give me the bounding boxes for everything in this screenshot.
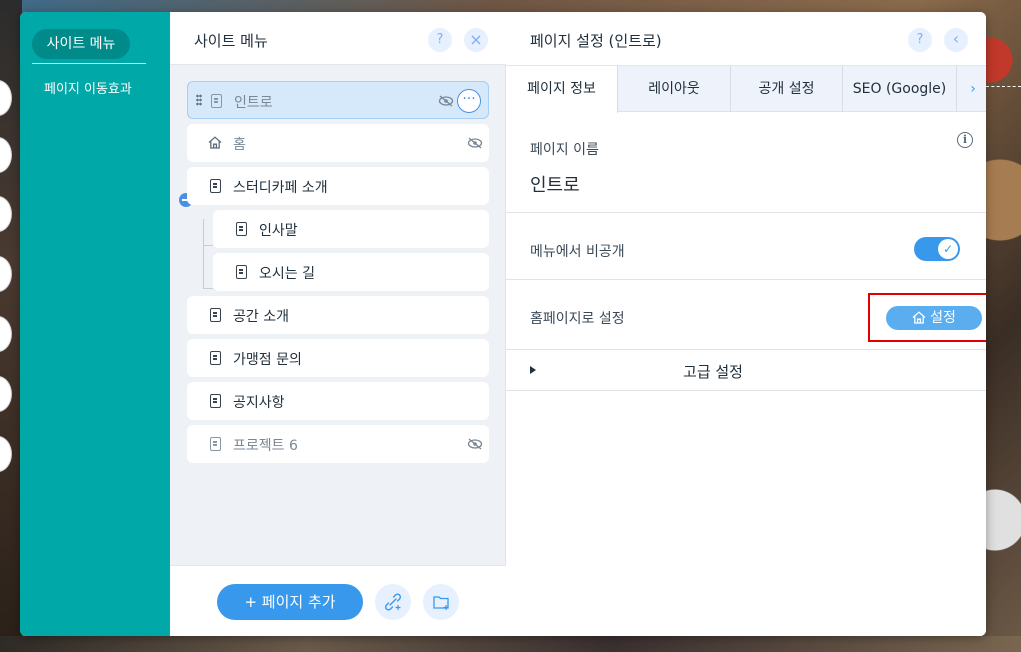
help-button[interactable]: ?: [908, 28, 932, 52]
site-menu-header: 사이트 메뉴 ? ×: [170, 12, 506, 65]
back-button[interactable]: ‹: [944, 28, 968, 52]
tab-next-button[interactable]: ›: [960, 66, 986, 112]
sidebar-divider: [32, 63, 146, 64]
page-settings-column: 페이지 설정 (인트로) ? ‹ 페이지 정보 레이아웃 공개 설정 SEO (…: [506, 12, 986, 636]
more-icon: ···: [462, 91, 476, 107]
page-item-label: 공지사항: [233, 395, 285, 411]
tab-seo[interactable]: SEO (Google): [843, 66, 957, 112]
side-tool-button[interactable]: [0, 436, 12, 472]
side-tool-button[interactable]: [0, 80, 12, 116]
sidebar-item-site-menu[interactable]: 사이트 메뉴: [32, 29, 130, 59]
page-item-intro[interactable]: 인트로 ···: [187, 81, 489, 119]
site-menu-title: 사이트 메뉴: [194, 32, 268, 50]
chevron-right-icon: ›: [970, 81, 976, 97]
background-bottom-strip: [0, 636, 1021, 652]
page-item-label: 가맹점 문의: [233, 352, 302, 368]
page-settings-header: 페이지 설정 (인트로) ? ‹: [506, 12, 986, 66]
hidden-eye-icon: [467, 124, 483, 162]
home-icon: [208, 136, 222, 149]
side-tool-button[interactable]: [0, 137, 12, 173]
add-page-button[interactable]: + 페이지 추가: [217, 584, 363, 620]
add-folder-button[interactable]: [423, 584, 459, 620]
guide-line: [986, 86, 1021, 87]
advanced-settings-row[interactable]: 고급 설정: [506, 350, 986, 391]
help-icon: ?: [436, 32, 444, 47]
page-icon: [236, 265, 247, 279]
tab-permissions[interactable]: 공개 설정: [731, 66, 843, 112]
page-name-value[interactable]: 인트로: [530, 171, 580, 197]
divider: [506, 279, 986, 280]
page-item-label: 프로젝트 6: [233, 438, 298, 454]
side-tool-button[interactable]: [0, 256, 12, 292]
tab-layout[interactable]: 레이아웃: [618, 66, 731, 112]
page-item-home[interactable]: 홈: [187, 124, 489, 162]
sidebar-item-page-transitions[interactable]: 페이지 이동효과: [44, 78, 132, 97]
page-icon: [210, 179, 221, 193]
link-icon: [384, 593, 402, 611]
page-name-label: 페이지 이름: [530, 142, 599, 158]
add-link-button[interactable]: [375, 584, 411, 620]
back-icon: ‹: [952, 29, 960, 48]
page-icon: [211, 94, 222, 108]
page-item-label: 홈: [233, 137, 246, 153]
hidden-eye-icon: [438, 82, 454, 120]
page-item-space-intro[interactable]: 공간 소개: [187, 296, 489, 334]
site-menu-column: 사이트 메뉴 ? × 인트로 ··· 홈 스터디카페 소개 인사말 오시는 길 …: [170, 12, 506, 636]
divider: [506, 212, 986, 213]
home-icon: [912, 311, 926, 324]
close-icon: ×: [469, 30, 483, 49]
page-icon: [210, 351, 221, 365]
page-item-label: 인사말: [259, 223, 298, 239]
page-item-directions[interactable]: 오시는 길: [213, 253, 489, 291]
check-icon: ✓: [938, 239, 958, 259]
page-item-label: 공간 소개: [233, 309, 289, 325]
page-icon: [210, 308, 221, 322]
settings-tabs: 페이지 정보 레이아웃 공개 설정 SEO (Google) ›: [506, 66, 986, 113]
page-item-study-cafe-intro[interactable]: 스터디카페 소개: [187, 167, 489, 205]
page-icon: [236, 222, 247, 236]
side-tool-button[interactable]: [0, 196, 12, 232]
close-button[interactable]: ×: [464, 28, 488, 52]
hide-in-menu-label: 메뉴에서 비공개: [530, 244, 625, 260]
folder-icon: [433, 596, 449, 610]
advanced-settings-label: 고급 설정: [683, 363, 743, 381]
page-item-greeting[interactable]: 인사말: [213, 210, 489, 248]
tab-page-info[interactable]: 페이지 정보: [506, 66, 618, 113]
set-homepage-button[interactable]: 설정: [886, 306, 982, 330]
info-icon[interactable]: i: [957, 132, 973, 148]
page-item-label: 스터디카페 소개: [233, 180, 328, 196]
page-settings-title: 페이지 설정 (인트로): [530, 32, 662, 50]
subpage-tree-line: [203, 245, 213, 246]
left-edge-strip: [0, 0, 22, 652]
pages-panel: 사이트 메뉴 페이지 이동효과 사이트 메뉴 ? × 인트로 ··· 홈 스터디…: [20, 12, 986, 636]
page-item-label: 인트로: [234, 95, 273, 111]
page-item-notices[interactable]: 공지사항: [187, 382, 489, 420]
subpage-tree-line: [203, 288, 213, 289]
page-icon: [210, 437, 221, 451]
hide-in-menu-toggle[interactable]: ✓: [914, 237, 960, 261]
site-menu-footer: + 페이지 추가: [170, 565, 506, 636]
subpage-tree-line: [203, 219, 204, 289]
page-icon: [210, 394, 221, 408]
set-homepage-label: 홈페이지로 설정: [530, 311, 625, 327]
page-item-franchise[interactable]: 가맹점 문의: [187, 339, 489, 377]
page-item-project-6[interactable]: 프로젝트 6: [187, 425, 489, 463]
more-actions-button[interactable]: ···: [457, 89, 481, 113]
panel-sidebar: 사이트 메뉴 페이지 이동효과: [20, 12, 170, 636]
help-button[interactable]: ?: [428, 28, 452, 52]
help-icon: ?: [916, 32, 924, 47]
divider: [506, 390, 986, 391]
hidden-eye-icon: [467, 425, 483, 463]
set-homepage-button-label: 설정: [930, 310, 956, 326]
side-tool-button[interactable]: [0, 316, 12, 352]
page-item-label: 오시는 길: [259, 266, 315, 282]
drag-handle-icon[interactable]: [196, 94, 202, 106]
side-tool-button[interactable]: [0, 376, 12, 412]
